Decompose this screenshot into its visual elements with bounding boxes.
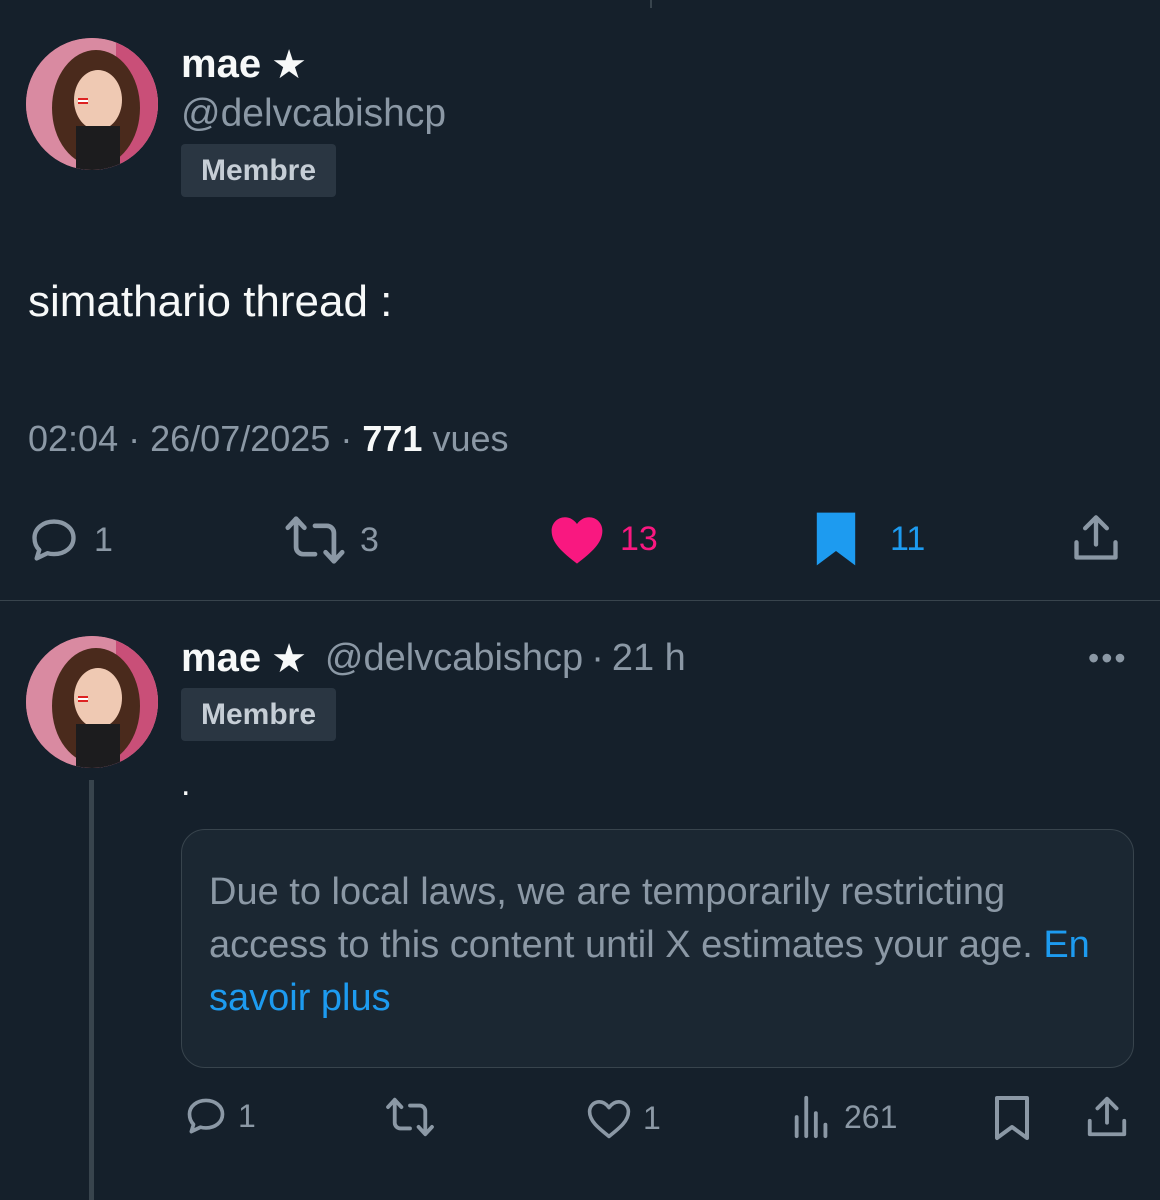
reply-button[interactable]: 1 <box>28 514 113 566</box>
bookmark-icon <box>816 512 856 566</box>
avatar-photo-icon <box>26 636 158 768</box>
share-button[interactable] <box>1084 1094 1130 1140</box>
heart-icon <box>551 517 603 564</box>
reply-button[interactable]: 1 <box>184 1094 256 1138</box>
more-options-icon[interactable]: ••• <box>1088 640 1128 677</box>
views-count: 261 <box>844 1098 898 1135</box>
reply-timestamp[interactable]: 21 h <box>612 637 686 680</box>
thread-connector-line <box>650 0 652 8</box>
reply-author-handle[interactable]: @delvcabishcp <box>325 637 583 680</box>
thread-connector-line <box>89 780 94 1200</box>
tweet-text: simathario thread : <box>28 277 393 326</box>
notice-message: Due to local laws, we are temporarily re… <box>209 871 1033 966</box>
tweet-thread-view: mae ★ @delvcabishcp Membre simathario th… <box>0 0 1160 1200</box>
views-button[interactable]: 261 <box>790 1094 897 1140</box>
views-chart-icon <box>794 1095 828 1139</box>
reply-avatar[interactable] <box>26 636 158 768</box>
member-badge: Membre <box>181 688 337 741</box>
member-badge: Membre <box>181 144 337 197</box>
like-count: 13 <box>620 519 658 558</box>
tweet-divider <box>0 600 1160 601</box>
avatar-photo-icon <box>26 38 158 170</box>
views-label: vues <box>432 418 509 459</box>
share-button[interactable] <box>1070 512 1122 564</box>
avatar[interactable] <box>26 38 158 170</box>
retweet-button[interactable] <box>384 1096 436 1138</box>
share-icon <box>1087 1096 1127 1137</box>
retweet-icon <box>386 1097 434 1137</box>
like-button[interactable]: 1 <box>585 1096 661 1140</box>
reply-text: . <box>181 765 191 803</box>
star-icon: ★ <box>271 636 307 681</box>
author-display-name[interactable]: mae <box>181 42 261 87</box>
author-handle[interactable]: @delvcabishcp <box>181 92 446 136</box>
retweet-count: 3 <box>360 520 379 559</box>
retweet-button[interactable]: 3 <box>284 514 379 566</box>
star-icon: ★ <box>271 42 307 87</box>
like-button[interactable]: 13 <box>548 512 658 566</box>
author-name-row[interactable]: mae ★ <box>181 42 307 87</box>
views-count: 771 <box>362 418 423 459</box>
share-icon <box>1074 515 1118 560</box>
reply-author-display-name[interactable]: mae <box>181 636 261 681</box>
tweet-time[interactable]: 02:04 <box>28 418 118 459</box>
reply-icon <box>32 519 76 561</box>
retweet-icon <box>285 516 345 564</box>
reply-author-row[interactable]: mae ★ @delvcabishcp · 21 h <box>181 636 686 681</box>
bookmark-button[interactable] <box>992 1094 1032 1142</box>
reply-icon <box>187 1098 225 1134</box>
reply-count: 1 <box>94 520 113 559</box>
bookmark-count: 11 <box>890 519 926 558</box>
bookmark-button[interactable]: 11 <box>812 510 925 568</box>
tweet-meta: 02:04 · 26/07/2025 · 771 vues <box>28 418 509 459</box>
heart-outline-icon <box>587 1100 631 1139</box>
reply-count: 1 <box>238 1097 256 1134</box>
age-restriction-notice: Due to local laws, we are temporarily re… <box>181 829 1134 1068</box>
bookmark-outline-icon <box>995 1096 1029 1140</box>
tweet-date[interactable]: 26/07/2025 <box>150 418 330 459</box>
like-count: 1 <box>643 1099 661 1136</box>
